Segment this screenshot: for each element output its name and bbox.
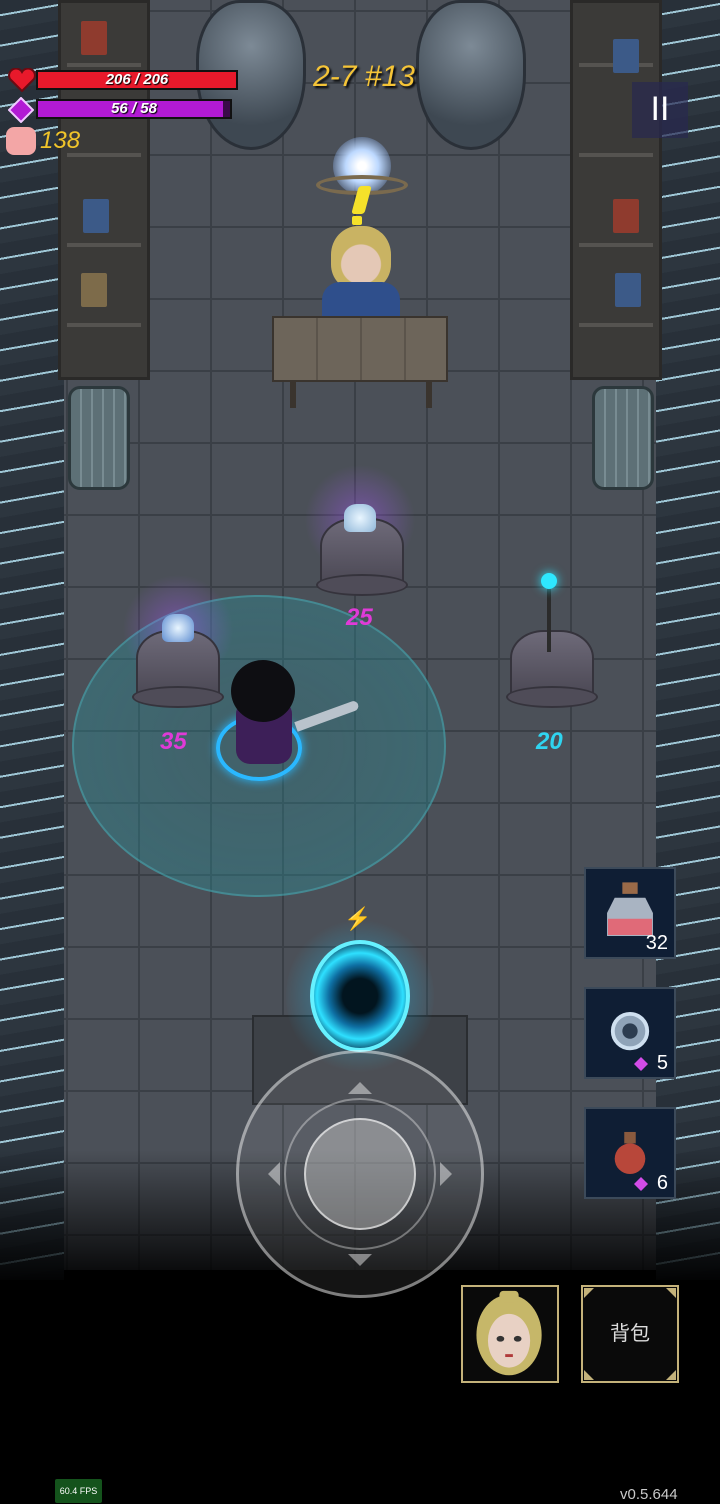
pause-button[interactable]: II [632, 82, 688, 138]
item-count: 32 [645, 932, 668, 954]
piggy-bank-icon [6, 127, 36, 155]
mp-text: 56 / 58 [111, 100, 157, 117]
item-count: 6 [656, 1172, 668, 1194]
joystick-left-arrow-icon [256, 1162, 280, 1186]
item-count: 5 [656, 1052, 668, 1074]
character-portrait-button[interactable] [461, 1285, 559, 1383]
fps-counter: 60.4 FPS [55, 1479, 102, 1503]
hp-bar: 206 / 206 [36, 70, 238, 90]
gem-cost-icon [634, 1057, 648, 1071]
joystick-down-arrow-icon [348, 1254, 372, 1278]
price-left: 35 [160, 728, 187, 755]
right-barrel [592, 386, 654, 490]
joystick-knob[interactable] [304, 1118, 416, 1230]
right-wall [656, 0, 720, 1280]
gem-cost-icon [634, 1177, 648, 1191]
joystick-up-arrow-icon [348, 1070, 372, 1094]
price-center: 25 [346, 604, 373, 631]
portal-rune-icon: ⚡ [344, 906, 372, 931]
merchant-table [272, 316, 448, 382]
player-hair [231, 660, 295, 722]
hp-text: 206 / 206 [105, 71, 169, 88]
price-right: 20 [536, 728, 563, 755]
merchant-npc[interactable] [331, 226, 391, 290]
right-bookshelf [570, 0, 662, 380]
bag-corner-icon [584, 1370, 594, 1380]
mp-bar: 56 / 58 [36, 99, 232, 119]
stage-indicator: 2-7 #13 [313, 60, 415, 93]
cross-relic-icon[interactable] [162, 614, 194, 642]
character-portrait-icon [476, 1290, 542, 1376]
pedestal-right[interactable] [506, 630, 598, 708]
staff-tip [541, 573, 557, 589]
crystal-item-icon[interactable] [344, 504, 376, 532]
table-leg [426, 380, 432, 408]
mana-gem-icon [8, 97, 34, 123]
gold-count: 138 [40, 127, 81, 154]
right-statue [416, 0, 526, 150]
item-slot-red-flask[interactable]: 6 [584, 1107, 676, 1199]
bag-corner-icon [666, 1370, 676, 1380]
staff-item-icon[interactable] [547, 582, 551, 652]
left-wall [0, 0, 64, 1280]
exit-portal[interactable] [310, 940, 410, 1052]
heart-icon [8, 68, 36, 92]
version-label: v0.5.644 [620, 1486, 678, 1503]
bag-corner-icon [666, 1288, 676, 1298]
quest-exclamation-dot [352, 216, 362, 225]
inventory-bag-button[interactable]: 背包 [581, 1285, 679, 1383]
item-slot-health-potion[interactable]: 32 [584, 867, 676, 959]
item-slot-gear-orb[interactable]: 5 [584, 987, 676, 1079]
table-leg [290, 380, 296, 408]
bag-corner-icon [584, 1288, 594, 1298]
left-barrel [68, 386, 130, 490]
joystick-right-arrow-icon [440, 1162, 464, 1186]
left-bookshelf [58, 0, 150, 380]
